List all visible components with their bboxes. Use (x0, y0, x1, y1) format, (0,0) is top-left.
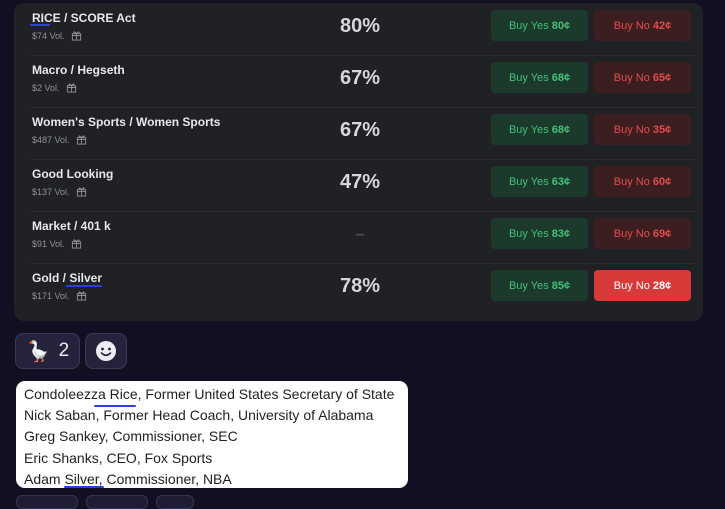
toolbar-button[interactable] (16, 495, 78, 509)
market-volume: $487 Vol. (32, 134, 87, 145)
spell-underline (66, 285, 102, 287)
volume-text: $171 Vol. (32, 290, 70, 301)
buy-no-button[interactable]: Buy No 69¢ (594, 218, 691, 249)
market-name[interactable]: Gold / Silver (32, 271, 102, 285)
buy-yes-button[interactable]: Buy Yes 85¢ (491, 270, 588, 301)
note-line: Condoleezza Rice, Former United States S… (24, 386, 395, 402)
buy-yes-price: 68¢ (551, 71, 571, 84)
note-line: Adam Silver, Commissioner, NBA (24, 471, 232, 487)
buy-yes-button[interactable]: Buy Yes 68¢ (491, 62, 588, 93)
buy-no-label: Buy No (613, 227, 650, 240)
buy-yes-button[interactable]: Buy Yes 68¢ (491, 114, 588, 145)
toolbar-button[interactable] (86, 495, 148, 509)
market-row: Good Looking $137 Vol. 47% Buy Yes 63¢ Bu… (30, 159, 695, 212)
goose-emoji: 🪿 (25, 340, 51, 363)
note-line: Nick Saban, Former Head Coach, Universit… (24, 407, 374, 423)
volume-text: $487 Vol. (32, 134, 70, 145)
buy-yes-price: 80¢ (551, 19, 571, 32)
note-line: Greg Sankey, Commissioner, SEC (24, 428, 238, 444)
buy-yes-price: 85¢ (551, 279, 571, 292)
buy-yes-label: Buy Yes (508, 71, 549, 84)
market-row: Macro / Hegseth $2 Vol. 67% Buy Yes 68¢ B… (30, 55, 695, 108)
spell-underline (94, 405, 136, 407)
buy-no-button[interactable]: Buy No 60¢ (594, 166, 691, 197)
gift-icon[interactable] (71, 30, 82, 41)
buy-no-label: Buy No (613, 175, 650, 188)
gift-icon[interactable] (71, 238, 82, 249)
volume-text: $137 Vol. (32, 186, 70, 197)
market-volume: $91 Vol. (32, 238, 82, 249)
buy-yes-label: Buy Yes (508, 123, 549, 136)
volume-text: $2 Vol. (32, 82, 60, 93)
market-name[interactable]: Women's Sports / Women Sports (32, 115, 220, 129)
add-reaction-button[interactable] (85, 333, 127, 369)
buy-no-button[interactable]: Buy No 65¢ (594, 62, 691, 93)
buy-no-price: 28¢ (652, 279, 672, 292)
buy-yes-button[interactable]: Buy Yes 63¢ (491, 166, 588, 197)
buy-yes-label: Buy Yes (508, 227, 549, 240)
market-percent: 80% (339, 15, 381, 37)
markets-panel: RICE / SCORE Act $74 Vol. 80% Buy Yes 80¢… (14, 3, 703, 321)
buy-no-button[interactable]: Buy No 42¢ (594, 10, 691, 41)
buy-yes-button[interactable]: Buy Yes 80¢ (491, 10, 588, 41)
buy-yes-price: 63¢ (551, 175, 571, 188)
market-volume: $74 Vol. (32, 30, 82, 41)
gift-icon[interactable] (76, 186, 87, 197)
market-volume: $171 Vol. (32, 290, 87, 301)
buy-no-price: 42¢ (652, 19, 672, 32)
buy-yes-label: Buy Yes (508, 279, 549, 292)
buy-no-price: 69¢ (652, 227, 672, 240)
market-name[interactable]: Macro / Hegseth (32, 63, 125, 77)
buy-no-label: Buy No (613, 71, 650, 84)
market-percent: 67% (339, 67, 381, 89)
buy-no-button[interactable]: Buy No 35¢ (594, 114, 691, 145)
smiley-icon (96, 341, 116, 361)
buy-yes-price: 68¢ (551, 123, 571, 136)
toolbar-button[interactable] (156, 495, 194, 509)
buy-no-label: Buy No (613, 279, 650, 292)
buy-yes-label: Buy Yes (508, 19, 549, 32)
volume-text: $74 Vol. (32, 30, 65, 41)
reaction-count: 2 (58, 340, 70, 361)
buy-no-button[interactable]: Buy No 28¢ (594, 270, 691, 301)
buy-no-price: 35¢ (652, 123, 672, 136)
volume-text: $91 Vol. (32, 238, 65, 249)
notes-box: Condoleezza Rice, Former United States S… (16, 381, 408, 488)
market-percent: 47% (339, 171, 381, 193)
gift-icon[interactable] (76, 134, 87, 145)
market-name[interactable]: Market / 401 k (32, 219, 111, 233)
buy-no-label: Buy No (613, 19, 650, 32)
market-volume: $137 Vol. (32, 186, 87, 197)
gift-icon[interactable] (76, 290, 87, 301)
note-line: Eric Shanks, CEO, Fox Sports (24, 450, 213, 466)
buy-yes-label: Buy Yes (508, 175, 549, 188)
market-percent: – (355, 226, 365, 243)
market-percent: 78% (339, 275, 381, 297)
market-row: RICE / SCORE Act $74 Vol. 80% Buy Yes 80¢… (30, 3, 695, 56)
market-row: Gold / Silver $171 Vol. 78% Buy Yes 85¢ B… (30, 263, 695, 315)
goose-reaction-button[interactable]: 🪿 2 (15, 333, 80, 369)
market-name[interactable]: Good Looking (32, 167, 113, 181)
buy-no-price: 60¢ (652, 175, 672, 188)
gift-icon[interactable] (66, 82, 77, 93)
market-row: Women's Sports / Women Sports $487 Vol. … (30, 107, 695, 160)
market-name[interactable]: RICE / SCORE Act (32, 11, 136, 25)
buy-yes-button[interactable]: Buy Yes 83¢ (491, 218, 588, 249)
market-row: Market / 401 k $91 Vol. – Buy Yes 83¢ Buy… (30, 211, 695, 264)
buy-no-label: Buy No (613, 123, 650, 136)
market-volume: $2 Vol. (32, 82, 77, 93)
spell-underline (64, 486, 104, 488)
market-percent: 67% (339, 119, 381, 141)
buy-no-price: 65¢ (652, 71, 672, 84)
buy-yes-price: 83¢ (551, 227, 571, 240)
